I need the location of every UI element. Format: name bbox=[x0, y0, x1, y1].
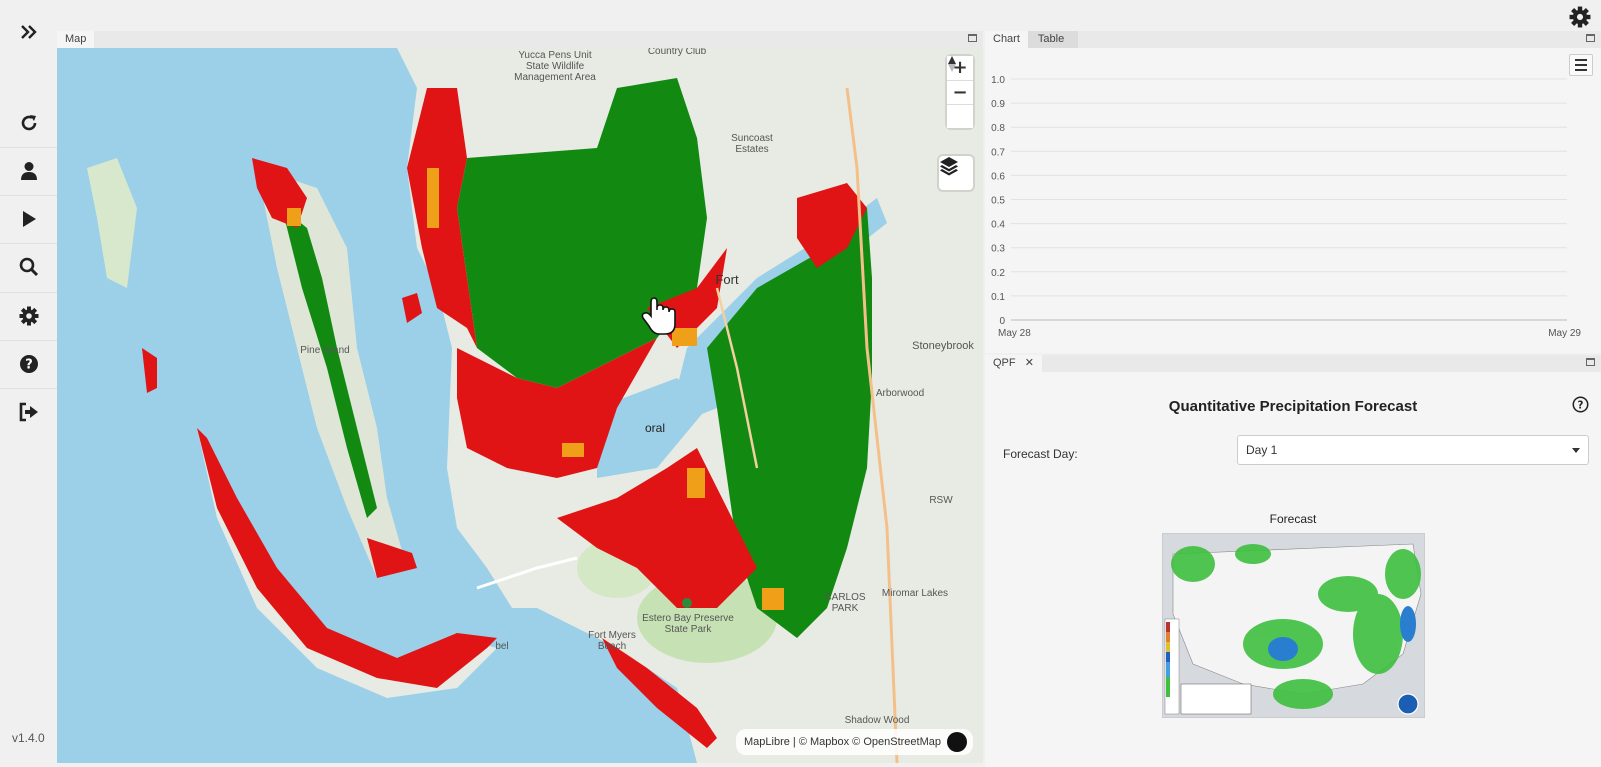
y-tick-label: 1.0 bbox=[991, 75, 1005, 86]
compass-button[interactable] bbox=[947, 56, 973, 128]
label-carlos-park: CARLOS PARK bbox=[824, 592, 866, 614]
tab-map[interactable]: Map bbox=[57, 31, 95, 48]
label-suncoast: Suncoast Estates bbox=[731, 133, 773, 155]
map-panel: Map Yucca Pens Unit State Wildlife Manag… bbox=[57, 31, 983, 763]
label-shadow-wood: Shadow Wood bbox=[844, 715, 910, 726]
refresh-icon bbox=[21, 115, 36, 131]
map-tabbar: Map bbox=[57, 31, 983, 48]
forecast-day-value: Day 1 bbox=[1246, 443, 1278, 457]
label-estero: Estero Bay Preserve State Park bbox=[642, 613, 734, 635]
label-arborwood: Arborwood bbox=[875, 388, 925, 399]
expand-sidebar-button[interactable] bbox=[0, 8, 57, 56]
zoom-controls: + − bbox=[947, 56, 973, 128]
chart-panel: Chart Table 0 0.1 0.2 0.3 0.4 0.5 0.6 0.7 0.8 0.9… bbox=[985, 31, 1601, 353]
tab-table[interactable]: Table bbox=[1027, 31, 1079, 48]
tab-chart[interactable]: Chart bbox=[985, 31, 1028, 48]
tab-qpf[interactable]: QPF ✕ bbox=[985, 355, 1042, 372]
y-tick-label: 0.3 bbox=[991, 244, 1005, 255]
play-button[interactable] bbox=[0, 195, 57, 243]
qpf-body: Quantitative Precipitation Forecast ? Fo… bbox=[985, 372, 1601, 767]
tab-qpf-label: QPF bbox=[993, 357, 1016, 369]
chart-menu-button[interactable] bbox=[1569, 54, 1593, 76]
qpf-map-render bbox=[1163, 534, 1424, 717]
label-rsw: RSW bbox=[929, 495, 953, 506]
version-label: v1.4.0 bbox=[12, 731, 45, 745]
forecast-map-image[interactable] bbox=[1162, 533, 1425, 718]
qpf-panel: QPF ✕ Quantitative Precipitation Forecas… bbox=[985, 355, 1601, 767]
logout-button[interactable] bbox=[0, 388, 57, 436]
y-tick-label: 0.4 bbox=[991, 220, 1005, 231]
label-fort: Fort bbox=[715, 272, 739, 287]
map-render bbox=[57, 48, 983, 763]
label-fort-myers-beach: Fort Myers Beach bbox=[588, 630, 636, 652]
user-button[interactable] bbox=[0, 147, 57, 195]
chart-body: 0 0.1 0.2 0.3 0.4 0.5 0.6 0.7 0.8 0.9 1.0 May 28 May… bbox=[985, 48, 1601, 353]
forecast-label: Forecast bbox=[1269, 512, 1317, 526]
label-sanibel: bel bbox=[495, 641, 509, 652]
label-coral: oral bbox=[644, 421, 665, 435]
attribution-text: MapLibre | © Mapbox © OpenStreetMap bbox=[744, 736, 941, 748]
y-tick-label: 0.5 bbox=[991, 196, 1005, 207]
y-tick-label: 0.9 bbox=[991, 99, 1005, 110]
help-button[interactable]: ? bbox=[0, 340, 57, 388]
forecast-day-select[interactable]: Day 1 bbox=[1237, 435, 1589, 465]
svg-text:?: ? bbox=[1578, 400, 1584, 411]
map-attribution: MapLibre | © Mapbox © OpenStreetMap bbox=[736, 729, 973, 755]
gear-icon bbox=[19, 306, 38, 326]
user-icon bbox=[20, 162, 37, 180]
compass-icon bbox=[948, 56, 956, 72]
label-country-club: Country Club bbox=[647, 48, 707, 57]
svg-text:?: ? bbox=[25, 358, 33, 373]
chevron-down-icon bbox=[1572, 447, 1580, 453]
close-icon[interactable]: ✕ bbox=[1025, 357, 1034, 369]
menu-icon bbox=[1575, 59, 1587, 61]
play-icon bbox=[22, 211, 36, 227]
layers-button[interactable] bbox=[939, 156, 973, 190]
x-tick-label: May 28 bbox=[998, 328, 1031, 339]
y-tick-label: 0.6 bbox=[991, 171, 1005, 182]
settings-button[interactable] bbox=[0, 292, 57, 340]
y-tick-label: 0.1 bbox=[991, 292, 1005, 303]
maximize-map-icon[interactable] bbox=[968, 34, 977, 42]
maximize-chart-icon[interactable] bbox=[1586, 34, 1595, 42]
zoom-out-button[interactable]: − bbox=[947, 80, 973, 104]
expand-icon bbox=[20, 25, 37, 39]
logout-icon bbox=[19, 402, 38, 422]
y-tick-label: 0.2 bbox=[991, 268, 1005, 279]
qpf-title: Quantitative Precipitation Forecast bbox=[1168, 398, 1418, 415]
y-tick-label: 0.8 bbox=[991, 123, 1005, 134]
attribution-info-icon[interactable] bbox=[947, 732, 967, 752]
x-tick-label: May 29 bbox=[1548, 328, 1581, 339]
help-icon[interactable]: ? bbox=[1572, 396, 1589, 413]
label-miromar: Miromar Lakes bbox=[881, 588, 949, 599]
y-tick-label: 0.7 bbox=[991, 147, 1005, 158]
label-yucca: Yucca Pens Unit State Wildlife Managemen… bbox=[514, 50, 596, 83]
help-icon: ? bbox=[19, 355, 38, 373]
gear-icon[interactable] bbox=[1569, 6, 1591, 28]
qpf-tabbar: QPF ✕ bbox=[985, 355, 1601, 372]
chart: 0 0.1 0.2 0.3 0.4 0.5 0.6 0.7 0.8 0.9 1.0 May 28 May… bbox=[991, 75, 1581, 339]
chart-tabbar: Chart Table bbox=[985, 31, 1601, 48]
forecast-day-label: Forecast Day: bbox=[1003, 447, 1078, 461]
left-rail: ? v1.4.0 bbox=[0, 0, 57, 767]
maximize-qpf-icon[interactable] bbox=[1586, 358, 1595, 366]
search-icon bbox=[19, 257, 38, 277]
label-pine-island: Pine Island bbox=[300, 345, 350, 356]
refresh-button[interactable] bbox=[0, 99, 57, 147]
label-stoneybrook: Stoneybrook bbox=[912, 340, 974, 352]
map-canvas[interactable]: Yucca Pens Unit State Wildlife Managemen… bbox=[57, 48, 983, 763]
search-button[interactable] bbox=[0, 243, 57, 291]
y-tick-label: 0 bbox=[999, 316, 1005, 327]
layers-icon bbox=[940, 157, 958, 176]
